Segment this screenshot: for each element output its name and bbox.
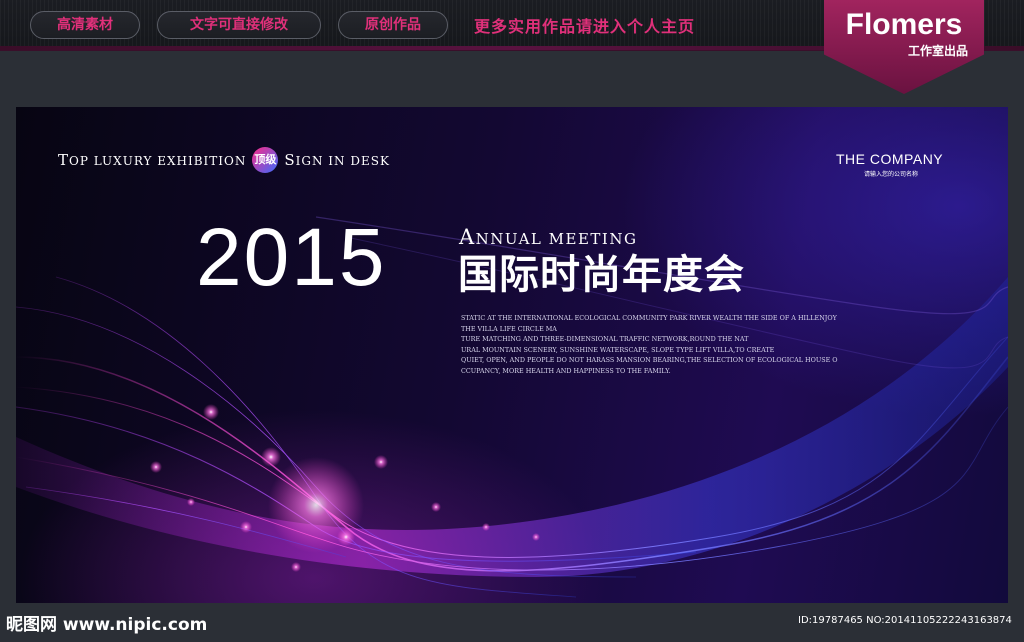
banner: TOP LUXURY EXHIBITION 顶级 SIGN IN DESK TH… — [16, 107, 1008, 603]
paragraph-line: CCUPANCY, MORE HEALTH AND HAPPINESS TO T… — [461, 366, 671, 375]
tagline: TOP LUXURY EXHIBITION 顶级 SIGN IN DESK — [58, 147, 390, 173]
annual-initial: A — [459, 225, 476, 249]
paragraph-line: QUIET, OPEN, AND PEOPLE DO NOT HARASS MA… — [461, 356, 838, 364]
description-paragraph: STATIC AT THE INTERNATIONAL ECOLOGICAL C… — [461, 313, 841, 376]
badge-title: Flomers — [845, 8, 963, 41]
hd-material-button[interactable]: 高清素材 — [30, 11, 140, 39]
promo-link[interactable]: 更多实用作品请进入个人主页 — [474, 13, 695, 37]
editable-text-button[interactable]: 文字可直接修改 — [157, 11, 321, 39]
company-name: THE COMPANY — [836, 151, 944, 167]
site-watermark: 昵图网 www.nipic.com — [6, 615, 208, 635]
annual-rest: NNUAL MEETING — [475, 230, 638, 248]
paragraph-line: TURE MATCHING AND THREE-DIMENSIONAL TRAF… — [461, 335, 749, 343]
paragraph-line: URAL MOUNTAIN SCENERY, SUNSHINE WATERSCA… — [461, 345, 775, 354]
studio-badge: Flomers 工作室出品 — [824, 0, 984, 94]
tagline-part1: OP LUXURY EXHIBITION — [69, 154, 247, 168]
annual-meeting-label: ANNUAL MEETING — [459, 225, 637, 249]
tagline-badge: 顶级 — [252, 147, 279, 173]
tagline-part2: IGN IN DESK — [295, 154, 390, 168]
chinese-title: 国际时尚年度会 — [458, 252, 745, 298]
badge-subtitle: 工作室出品 — [908, 44, 969, 58]
tagline-part1-initial: T — [58, 151, 70, 169]
tagline-part2-initial: S — [284, 151, 296, 169]
company-subtitle: 请输入您的公司名称 — [864, 171, 919, 178]
year-title: 2015 — [196, 212, 387, 303]
original-work-button[interactable]: 原创作品 — [338, 11, 448, 39]
paragraph-line: STATIC AT THE INTERNATIONAL ECOLOGICAL C… — [461, 314, 837, 322]
paragraph-line: THE VILLA LIFE CIRCLE MA — [461, 324, 557, 333]
image-id-watermark: ID:19787465 NO:20141105222243163874 — [798, 615, 1012, 626]
